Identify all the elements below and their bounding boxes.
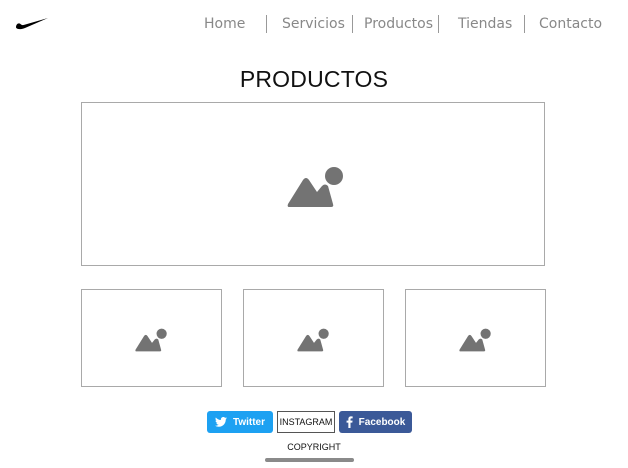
copyright-text: COPYRIGHT xyxy=(287,442,341,452)
twitter-bird-icon xyxy=(214,417,227,427)
twitter-label: Twitter xyxy=(232,416,266,428)
image-placeholder-icon xyxy=(459,328,491,352)
facebook-f-icon xyxy=(346,416,353,428)
nav-item-productos[interactable]: Productos xyxy=(364,14,433,34)
image-placeholder-icon xyxy=(297,328,329,352)
facebook-label: Facebook xyxy=(358,416,406,428)
nav-separator xyxy=(266,15,267,33)
facebook-button[interactable]: Facebook xyxy=(339,411,412,433)
image-placeholder-icon xyxy=(287,167,343,207)
main-product-image[interactable] xyxy=(81,102,545,266)
nav-separator xyxy=(352,15,353,33)
image-placeholder-icon xyxy=(135,328,167,352)
horizontal-scrollbar[interactable] xyxy=(265,458,354,462)
swoosh-logo-icon[interactable] xyxy=(15,16,49,30)
nav-item-servicios[interactable]: Servicios xyxy=(282,14,345,34)
product-thumbnail-3[interactable] xyxy=(405,289,546,387)
nav-item-tiendas[interactable]: Tiendas xyxy=(458,14,512,34)
nav-separator xyxy=(438,15,439,33)
product-thumbnail-1[interactable] xyxy=(81,289,222,387)
twitter-button[interactable]: Twitter xyxy=(207,411,273,433)
nav-item-home[interactable]: Home xyxy=(204,14,245,34)
page-title: PRODUCTOS xyxy=(239,66,389,92)
instagram-button[interactable]: INSTAGRAM xyxy=(277,411,335,433)
nav-separator xyxy=(524,15,525,33)
product-thumbnail-2[interactable] xyxy=(243,289,384,387)
nav-item-contacto[interactable]: Contacto xyxy=(539,14,602,34)
